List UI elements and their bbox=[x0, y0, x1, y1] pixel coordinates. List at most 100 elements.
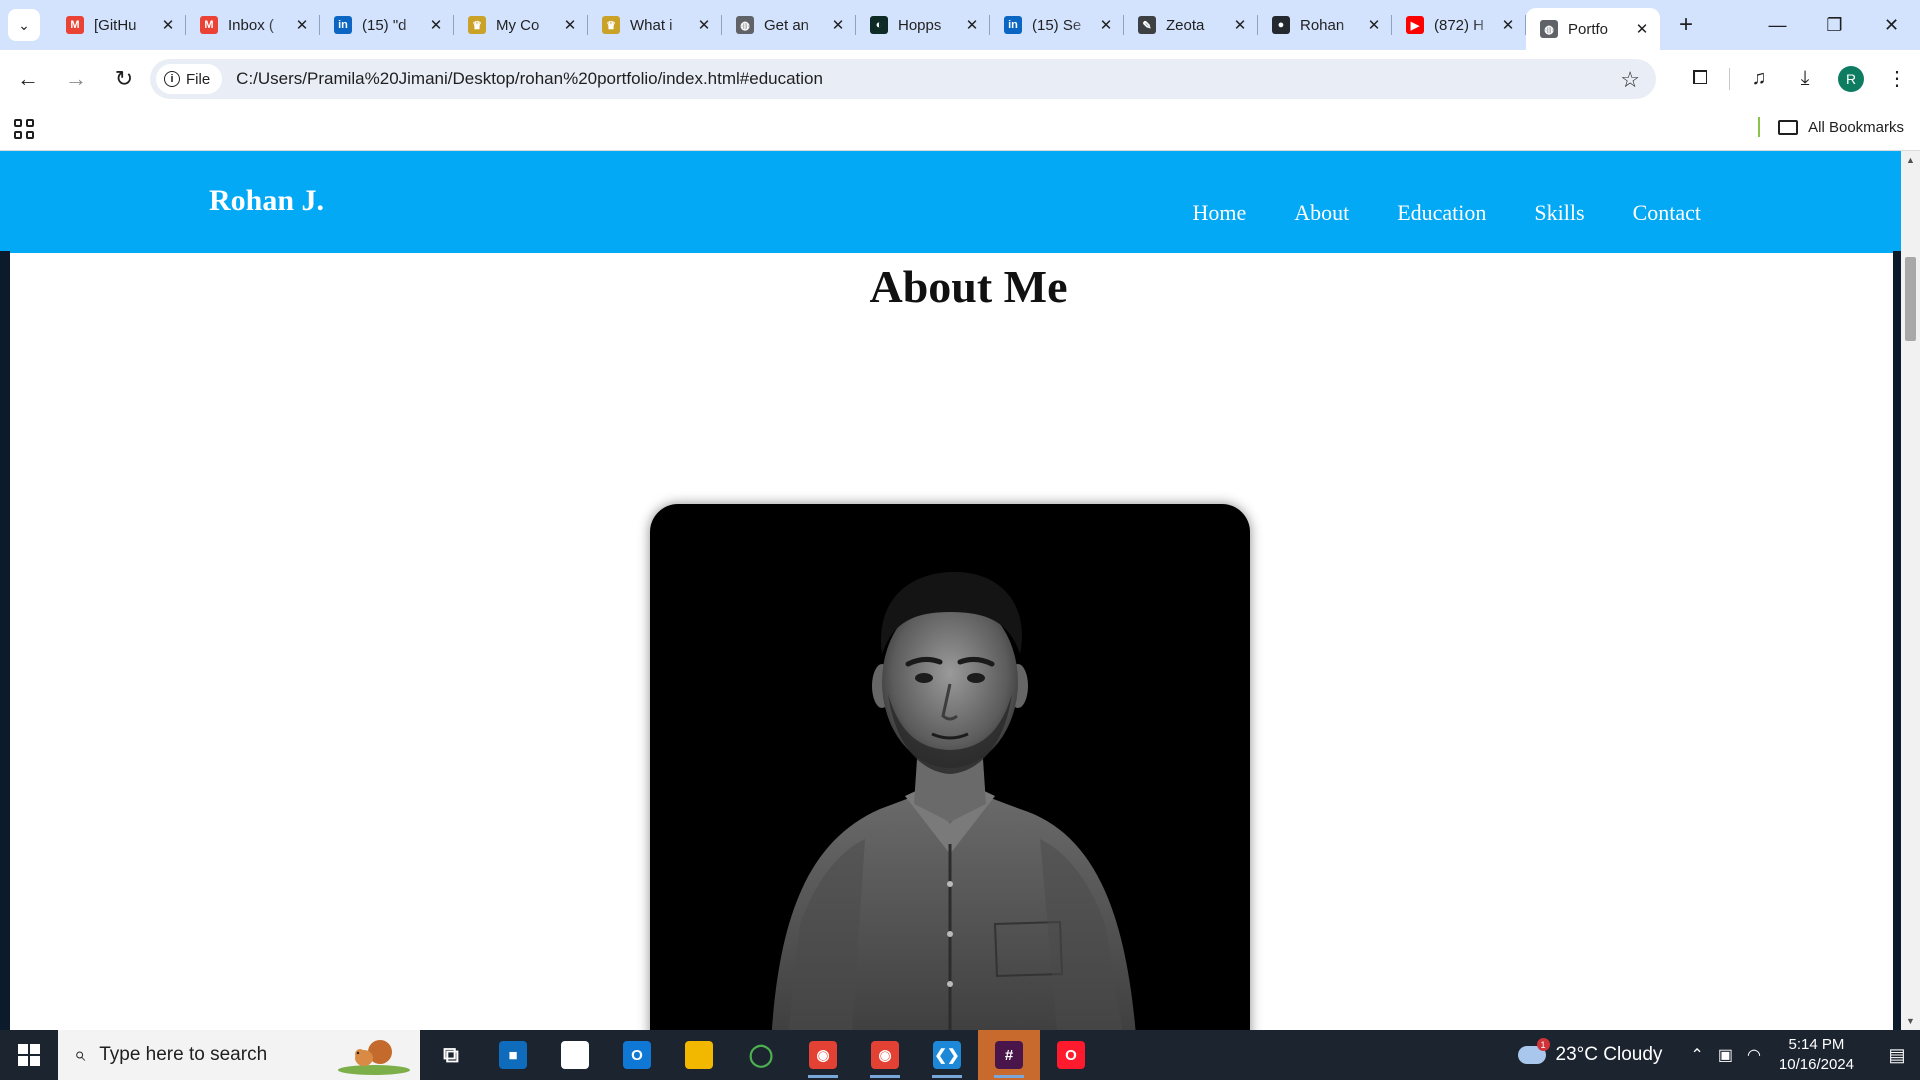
close-window-button[interactable]: ✕ bbox=[1863, 0, 1920, 50]
tab-close-icon[interactable]: ✕ bbox=[694, 16, 714, 34]
tab-close-icon[interactable]: ✕ bbox=[158, 16, 178, 34]
globe-icon: ◍ bbox=[1540, 20, 1558, 38]
tab-close-icon[interactable]: ✕ bbox=[1096, 16, 1116, 34]
notification-icon[interactable]: ▤ bbox=[1874, 1030, 1920, 1080]
browser-tab[interactable]: ◍ Portfo ✕ bbox=[1526, 8, 1660, 50]
browser-tab[interactable]: ● Rohan ✕ bbox=[1258, 0, 1392, 50]
browser-tab[interactable]: ▶ (872) H ✕ bbox=[1392, 0, 1526, 50]
crown-icon: ♛ bbox=[468, 16, 486, 34]
profile-photo bbox=[650, 504, 1250, 1030]
scroll-down-icon[interactable]: ▼ bbox=[1906, 1016, 1915, 1026]
menu-kebab-icon[interactable]: ⋮ bbox=[1874, 56, 1920, 102]
nav-link-home[interactable]: Home bbox=[1192, 200, 1246, 226]
nav-link-contact[interactable]: Contact bbox=[1633, 200, 1701, 226]
tab-close-icon[interactable]: ✕ bbox=[828, 16, 848, 34]
tab-search-button[interactable]: ⌄ bbox=[8, 9, 40, 41]
bookmarks-divider bbox=[1758, 117, 1761, 137]
site-info-label: File bbox=[186, 70, 211, 88]
tab-title: Hopps bbox=[898, 16, 942, 34]
notepad-icon bbox=[561, 1041, 589, 1069]
system-tray: 1 23°C Cloudy ⌃ ▣ ◠ 5:14 PM 10/16/2024 ▤ bbox=[1517, 1030, 1920, 1080]
site-brand[interactable]: Rohan J. bbox=[209, 184, 324, 218]
browser-tab[interactable]: in (15) "d ✕ bbox=[320, 0, 454, 50]
profile-button[interactable]: R bbox=[1828, 56, 1874, 102]
browser-tab[interactable]: ◐ Hopps ✕ bbox=[856, 0, 990, 50]
cloud-icon: 1 bbox=[1517, 1038, 1550, 1064]
taskbar-app[interactable]: ◯ bbox=[730, 1030, 792, 1080]
address-bar[interactable]: i File C:/Users/Pramila%20Jimani/Desktop… bbox=[150, 59, 1656, 99]
site-info-chip[interactable]: i File bbox=[156, 64, 223, 94]
apps-grid-icon[interactable] bbox=[14, 119, 34, 139]
tab-title: (15) "d bbox=[362, 16, 407, 34]
github-icon: ● bbox=[1272, 16, 1290, 34]
taskbar-app[interactable]: O bbox=[606, 1030, 668, 1080]
window-controls: — ❐ ✕ bbox=[1749, 0, 1920, 50]
browser-tab[interactable]: ✎ Zeota ✕ bbox=[1124, 0, 1258, 50]
extensions-icon[interactable]: ⧠ bbox=[1677, 56, 1723, 102]
forward-button[interactable]: → bbox=[54, 57, 98, 101]
clock-time: 5:14 PM bbox=[1788, 1036, 1845, 1053]
gmail-icon: M bbox=[200, 16, 218, 34]
taskbar-app[interactable]: # bbox=[978, 1030, 1040, 1080]
tab-title: Portfo bbox=[1568, 20, 1609, 38]
tab-close-icon[interactable]: ✕ bbox=[1632, 20, 1652, 38]
tab-list: M [GitHu ✕ M Inbox (✕ in (15) "d ✕ ♛ My Co ✕ ♛ What … bbox=[52, 0, 1660, 50]
page-scrollbar[interactable]: ▲ ▼ bbox=[1901, 151, 1920, 1030]
taskbar-app[interactable] bbox=[668, 1030, 730, 1080]
folder-icon bbox=[1778, 119, 1799, 135]
tab-close-icon[interactable]: ✕ bbox=[292, 16, 312, 34]
tab-close-icon[interactable]: ✕ bbox=[1498, 16, 1518, 34]
chevron-up-icon[interactable]: ⌃ bbox=[1690, 1045, 1703, 1065]
media-controls-icon[interactable]: ♫ bbox=[1736, 56, 1782, 102]
tab-close-icon[interactable]: ✕ bbox=[560, 16, 580, 34]
toolbar-actions: ⧠ ♫ ⤓ R ⋮ bbox=[1677, 50, 1920, 107]
start-button[interactable] bbox=[0, 1030, 58, 1080]
new-tab-button[interactable]: + bbox=[1666, 11, 1706, 39]
reload-button[interactable]: ↻ bbox=[102, 57, 146, 101]
tab-title: My Co bbox=[496, 16, 540, 34]
taskbar-search[interactable]: ⌕ Type here to search bbox=[58, 1030, 420, 1080]
tab-close-icon[interactable]: ✕ bbox=[1364, 16, 1384, 34]
nav-link-skills[interactable]: Skills bbox=[1534, 200, 1584, 226]
nav-link-education[interactable]: Education bbox=[1397, 200, 1486, 226]
bookmark-star-icon[interactable]: ☆ bbox=[1620, 67, 1640, 93]
back-button[interactable]: ← bbox=[6, 57, 50, 101]
linkedin-icon: in bbox=[334, 16, 352, 34]
url-text[interactable]: C:/Users/Pramila%20Jimani/Desktop/rohan%… bbox=[236, 69, 823, 89]
browser-tab[interactable]: in (15) Se ✕ bbox=[990, 0, 1124, 50]
tab-close-icon[interactable]: ✕ bbox=[962, 16, 982, 34]
meet-now-icon[interactable]: ▣ bbox=[1718, 1045, 1733, 1065]
scroll-up-icon[interactable]: ▲ bbox=[1906, 155, 1915, 165]
taskbar-app[interactable]: ⧉ bbox=[420, 1030, 482, 1080]
minimize-button[interactable]: — bbox=[1749, 0, 1806, 50]
tab-close-icon[interactable]: ✕ bbox=[426, 16, 446, 34]
zeotap-icon: ✎ bbox=[1138, 16, 1156, 34]
taskbar-app[interactable]: ■ bbox=[482, 1030, 544, 1080]
browser-tab[interactable]: M [GitHu ✕ bbox=[52, 0, 186, 50]
wifi-icon[interactable]: ◠ bbox=[1747, 1045, 1761, 1065]
browser-tab[interactable]: ♛ My Co ✕ bbox=[454, 0, 588, 50]
reload-icon: ↻ bbox=[114, 65, 134, 91]
taskbar-app[interactable]: ❮❯ bbox=[916, 1030, 978, 1080]
taskbar-app[interactable]: O bbox=[1040, 1030, 1102, 1080]
weather-widget[interactable]: 1 23°C Cloudy bbox=[1517, 1038, 1662, 1066]
taskbar-app[interactable]: ◉ bbox=[854, 1030, 916, 1080]
nav-link-about[interactable]: About bbox=[1294, 200, 1349, 226]
clock[interactable]: 5:14 PM 10/16/2024 bbox=[1779, 1035, 1854, 1075]
taskbar-app[interactable] bbox=[544, 1030, 606, 1080]
browser-tab[interactable]: ◍ Get an ✕ bbox=[722, 0, 856, 50]
search-placeholder: Type here to search bbox=[99, 1044, 268, 1065]
browser-tab[interactable]: ♛ What i ✕ bbox=[588, 0, 722, 50]
scrollbar-thumb[interactable] bbox=[1905, 257, 1916, 341]
taskbar-app[interactable]: ◉ bbox=[792, 1030, 854, 1080]
browser-tab[interactable]: M Inbox (✕ bbox=[186, 0, 320, 50]
all-bookmarks-button[interactable]: All Bookmarks bbox=[1758, 117, 1904, 137]
globe-icon: ◍ bbox=[736, 16, 754, 34]
tab-title: Rohan bbox=[1300, 16, 1345, 34]
download-icon[interactable]: ⤓ bbox=[1782, 56, 1828, 102]
search-highlight-illustration bbox=[338, 1040, 410, 1075]
restore-button[interactable]: ❐ bbox=[1806, 0, 1863, 50]
weather-badge: 1 bbox=[1536, 1038, 1550, 1051]
tab-title: [GitHu bbox=[94, 16, 137, 34]
tab-close-icon[interactable]: ✕ bbox=[1230, 16, 1250, 34]
